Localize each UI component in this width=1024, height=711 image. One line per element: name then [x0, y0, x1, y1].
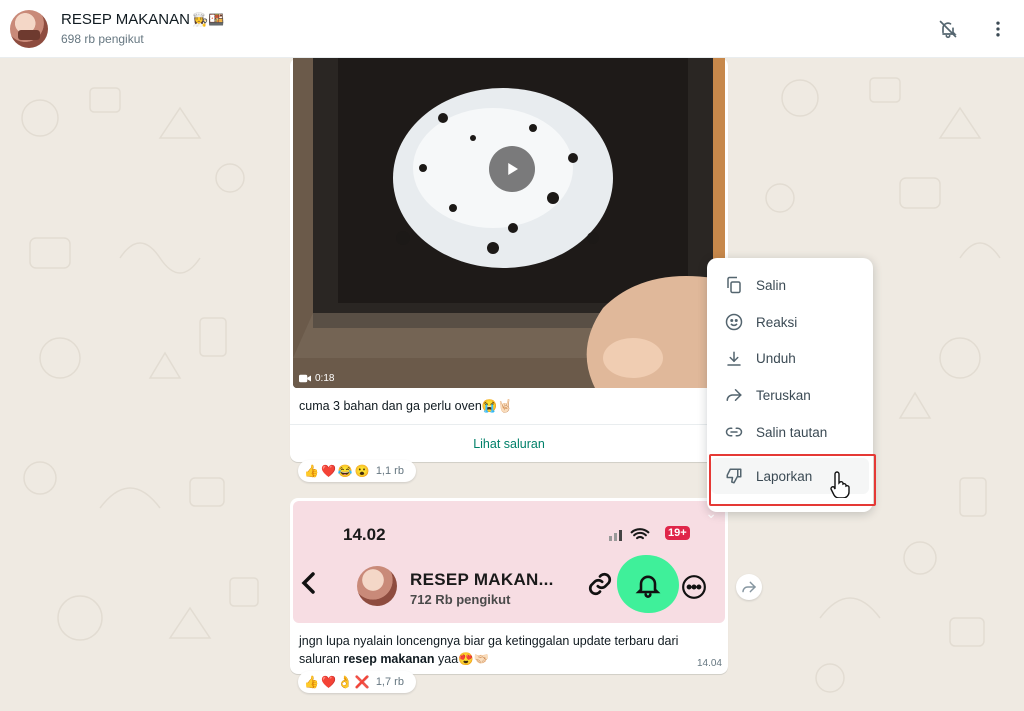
reaction-count: 1,1 rb: [375, 465, 404, 477]
reactions-bar[interactable]: 👍 ❤️ 👌 ❌ 1,7 rb: [298, 671, 416, 693]
menu-item-label: Laporkan: [756, 468, 813, 484]
menu-item-download[interactable]: Unduh: [707, 340, 873, 377]
reaction-emoji: ❤️: [320, 464, 336, 478]
smiley-icon: [724, 312, 744, 332]
reactions-bar[interactable]: 👍 ❤️ 😂 😮 1,1 rb: [298, 460, 416, 482]
video-camera-icon: [299, 374, 311, 383]
channel-avatar[interactable]: [10, 9, 48, 48]
more-horizontal-icon: [681, 574, 707, 605]
back-arrow-icon: [299, 571, 319, 602]
menu-item-react[interactable]: Reaksi: [707, 304, 873, 341]
link-icon: [587, 571, 613, 602]
image-status-time: 14.02: [343, 525, 386, 544]
play-icon: [508, 163, 518, 175]
menu-item-label: Salin: [756, 277, 787, 293]
video-frame: [293, 58, 725, 388]
image-channel-name: RESEP MAKAN...: [410, 570, 554, 589]
bell-off-icon[interactable]: [936, 17, 960, 41]
menu-item-label: Salin tautan: [756, 424, 828, 440]
image-battery: 19+: [665, 526, 690, 540]
menu-item-label: Reaksi: [756, 314, 798, 330]
play-button[interactable]: [489, 146, 535, 192]
forward-button[interactable]: [736, 574, 762, 600]
reaction-emoji: ❤️: [320, 675, 336, 689]
chat-header: RESEP MAKANAN 👩‍🍳🍱 698 rb pengikut: [0, 0, 1024, 58]
link-icon: [724, 422, 744, 442]
signal-icon: [609, 527, 650, 541]
reaction-emoji: 👍: [304, 675, 319, 689]
image-channel-followers: 712 Rb pengikut: [410, 592, 511, 607]
channel-title: RESEP MAKANAN 👩‍🍳🍱: [61, 11, 225, 28]
more-vertical-icon[interactable]: [986, 17, 1010, 41]
reaction-count: 1,7 rb: [375, 676, 404, 688]
menu-item-copy[interactable]: Salin: [707, 267, 873, 304]
message-caption: jngn lupa nyalain loncengnya biar ga ket…: [299, 634, 679, 666]
video-thumbnail[interactable]: 0:18: [293, 58, 725, 388]
forward-icon: [742, 581, 757, 593]
channel-info[interactable]: RESEP MAKANAN 👩‍🍳🍱 698 rb pengikut: [61, 11, 224, 46]
reaction-emoji: 👌: [337, 675, 353, 689]
view-channel-button[interactable]: Lihat saluran: [290, 425, 728, 462]
copy-icon: [724, 275, 744, 295]
message-caption: cuma 3 bahan dan ga perlu oven😭🤘🏻: [299, 399, 513, 413]
download-icon: [724, 349, 744, 369]
hand-cursor-icon: [830, 470, 852, 503]
bell-icon: [634, 571, 662, 604]
reaction-emoji: ❌: [354, 675, 370, 689]
message-time: 14.04: [696, 658, 722, 669]
chef-emoji-icon: 👩‍🍳🍱: [191, 11, 225, 27]
reaction-emoji: 😂: [337, 464, 353, 478]
menu-item-copy-link[interactable]: Salin tautan: [707, 414, 873, 451]
menu-item-label: Unduh: [756, 351, 796, 367]
channel-followers: 698 rb pengikut: [61, 32, 144, 46]
thumbs-down-icon: [724, 466, 744, 486]
video-message[interactable]: 0:18 cuma 3 bahan dan ga perlu oven😭🤘🏻 1…: [290, 58, 728, 462]
forward-icon: [724, 385, 744, 405]
menu-item-label: Teruskan: [756, 387, 811, 403]
video-duration: 0:18: [299, 373, 334, 384]
image-channel-avatar: [357, 566, 397, 606]
message-image[interactable]: 14.02 19+ RESEP MAKAN... 712 Rb pengikut…: [293, 501, 725, 623]
reaction-emoji: 👍: [304, 464, 319, 478]
image-message[interactable]: 14.02 19+ RESEP MAKAN... 712 Rb pengikut…: [290, 498, 728, 674]
reaction-emoji: 😮: [354, 464, 370, 478]
wifi-icon: [630, 528, 650, 540]
menu-item-forward[interactable]: Teruskan: [707, 377, 873, 414]
